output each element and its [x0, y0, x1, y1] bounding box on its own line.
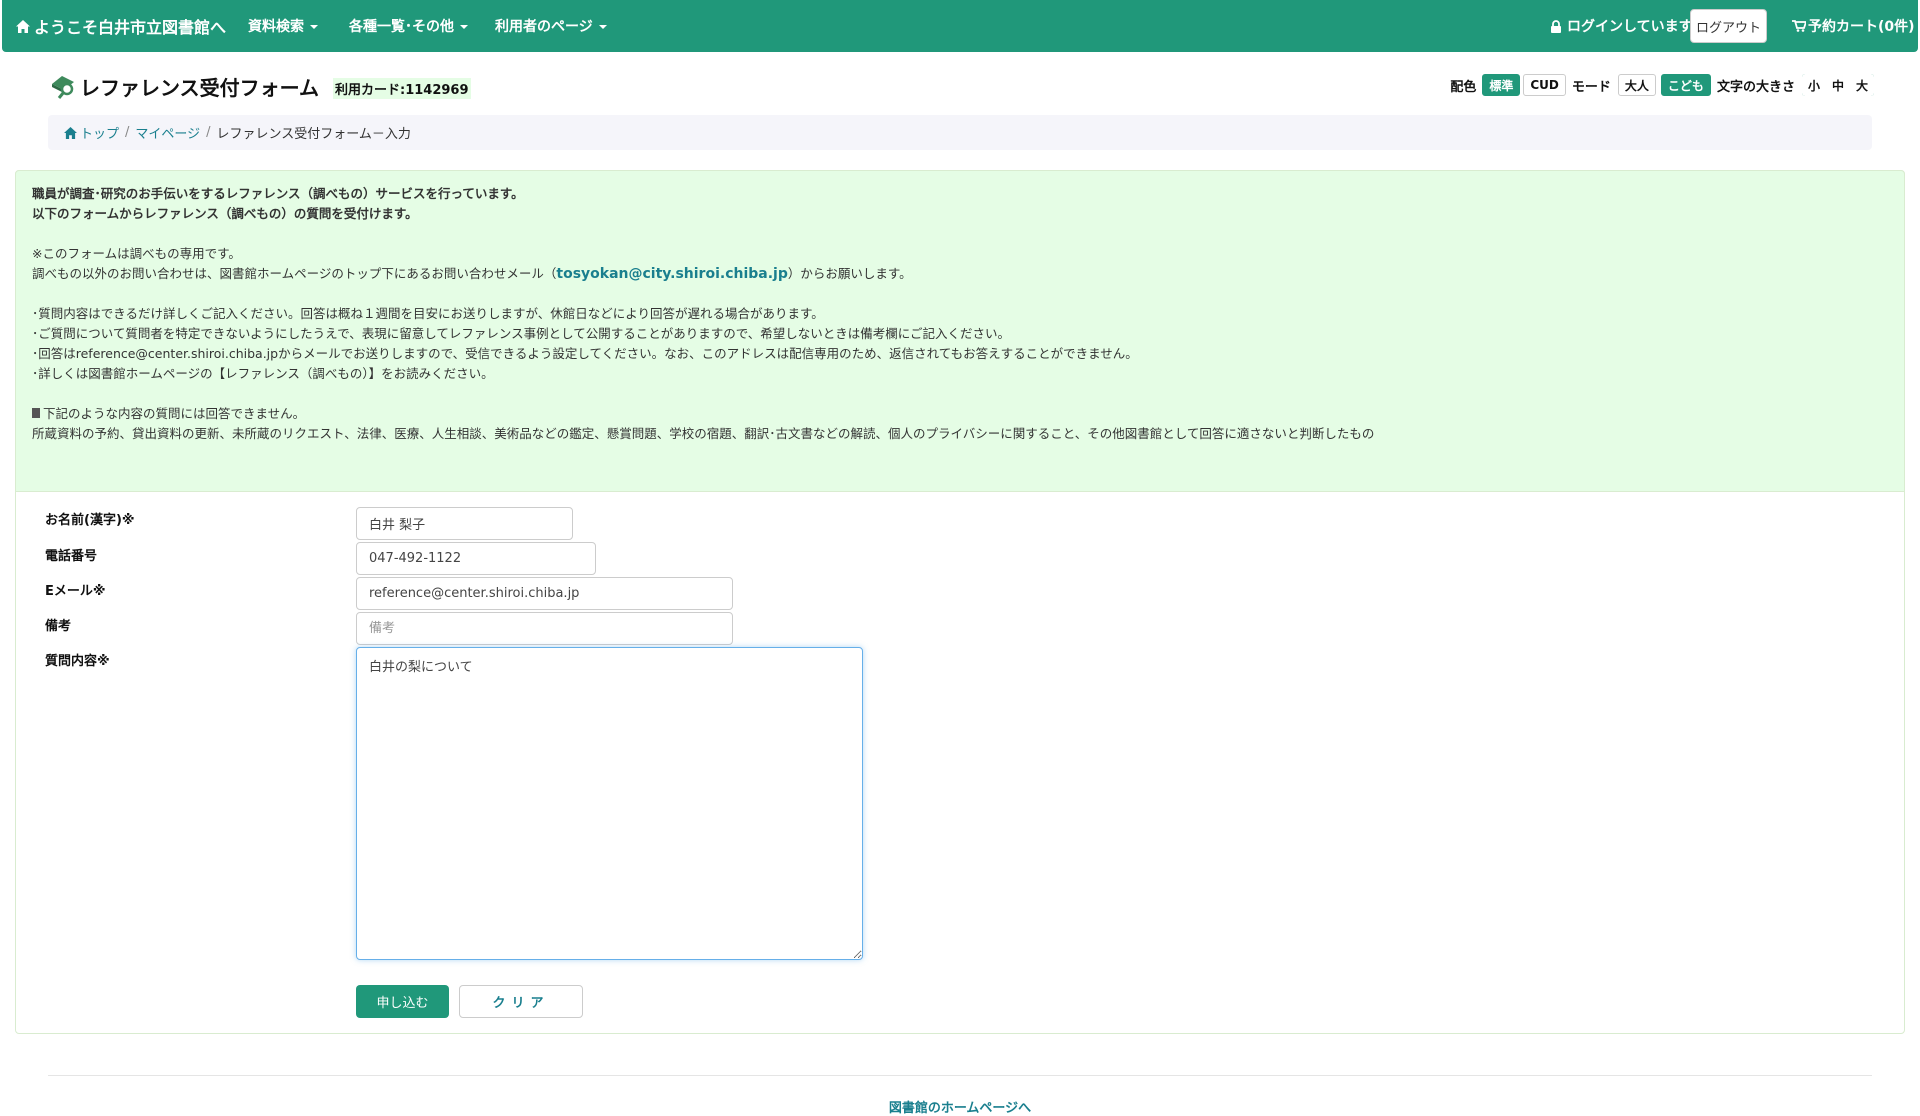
- reservation-cart-link[interactable]: 予約カート(0件): [1792, 0, 1915, 52]
- color-scheme-label: 配色: [1450, 79, 1477, 95]
- card-number: 利用カード:1142969: [333, 78, 471, 99]
- display-preferences: 配色 標準 CUD モード 大人 こども 文字の大きさ 小 中 大: [1450, 74, 1874, 96]
- note-input[interactable]: [356, 612, 733, 645]
- menu-user-page-label: 利用者のページ: [495, 19, 593, 35]
- font-size-large-button[interactable]: 大: [1849, 74, 1874, 96]
- menu-user-page[interactable]: 利用者のページ: [495, 0, 607, 52]
- not-answerable-heading-text: 下記のような内容の質問には回答できません。: [43, 406, 306, 421]
- breadcrumb-top-label: トップ: [80, 127, 120, 142]
- mode-adult-button[interactable]: 大人: [1617, 74, 1656, 96]
- note-label: 備考: [45, 619, 72, 634]
- phone-label: 電話番号: [45, 549, 98, 564]
- breadcrumb-separator: /: [125, 125, 130, 140]
- page-title-text: レファレンス受付フォーム: [80, 76, 319, 100]
- info-note-2-tail: ）からお願いします。: [787, 266, 912, 281]
- inquiry-email-link[interactable]: tosyokan@city.shiroi.chiba.jp: [556, 266, 787, 282]
- phone-input[interactable]: [356, 542, 596, 575]
- footer-divider: [48, 1075, 1872, 1076]
- menu-lists-label: 各種一覧･その他: [349, 19, 454, 35]
- mode-kids-button[interactable]: こども: [1660, 74, 1711, 96]
- home-icon: [16, 19, 30, 33]
- info-lead-2: 以下のフォームからレファレンス（調べもの）の質問を受付けます。: [32, 206, 418, 221]
- menu-search-label: 資料検索: [248, 19, 304, 35]
- menu-search[interactable]: 資料検索: [248, 0, 318, 52]
- info-bullet: ･回答はreference@center.shiroi.chiba.jpからメー…: [32, 346, 1138, 361]
- library-homepage-link[interactable]: 図書館のホームページへ: [0, 1097, 1920, 1116]
- info-note-2-text: 調べもの以外のお問い合わせは、図書館ホームページのトップ下にあるお問い合わせメー…: [32, 266, 557, 281]
- menu-lists[interactable]: 各種一覧･その他: [349, 0, 468, 52]
- cart-icon: [1792, 20, 1806, 32]
- login-status-text: ログインしています: [1567, 19, 1693, 35]
- info-note-2: 調べもの以外のお問い合わせは、図書館ホームページのトップ下にあるお問い合わせメー…: [32, 264, 1888, 284]
- navbar: ようこそ白井市立図書館へ 資料検索 各種一覧･その他 利用者のページ ログインし…: [2, 0, 1918, 52]
- home-icon: [64, 126, 77, 139]
- question-label: 質問内容※: [45, 654, 110, 669]
- caret-down-icon: [310, 25, 318, 29]
- info-note-1: ※このフォームは調べもの専用です。: [32, 246, 241, 261]
- info-panel: 職員が調査･研究のお手伝いをするレファレンス（調べもの）サービスを行っています。…: [15, 170, 1905, 492]
- login-status: ログインしています: [1550, 0, 1693, 52]
- info-bullet: ･詳しくは図書館ホームページの【レファレンス（調べもの）】をお読みください。: [32, 366, 494, 381]
- breadcrumb-separator: /: [206, 125, 211, 140]
- caret-down-icon: [460, 25, 468, 29]
- brand-text: ようこそ白井市立図書館へ: [34, 18, 227, 37]
- color-standard-button[interactable]: 標準: [1482, 74, 1521, 96]
- submit-button[interactable]: 申し込む: [356, 985, 449, 1018]
- cart-label: 予約カート(0件): [1808, 19, 1915, 35]
- caret-down-icon: [598, 25, 607, 29]
- breadcrumb-current: レファレンス受付フォーム－入力: [216, 127, 411, 142]
- breadcrumb-mypage[interactable]: マイページ: [135, 123, 200, 142]
- font-size-group: 小 中 大: [1801, 74, 1874, 96]
- name-label: お名前(漢字)※: [45, 513, 135, 528]
- breadcrumb: トップ / マイページ / レファレンス受付フォーム－入力: [48, 115, 1872, 150]
- font-size-label: 文字の大きさ: [1716, 79, 1795, 95]
- square-bullet-icon: [32, 408, 40, 418]
- question-textarea[interactable]: 白井の梨について: [356, 647, 863, 960]
- brand-link[interactable]: ようこそ白井市立図書館へ: [16, 0, 226, 52]
- clear-button[interactable]: クリア: [459, 985, 583, 1018]
- email-input[interactable]: [356, 577, 733, 610]
- lock-icon: [1551, 19, 1561, 33]
- email-label: Eメール※: [45, 584, 106, 599]
- breadcrumb-top[interactable]: トップ: [64, 123, 119, 142]
- not-answerable-heading: 下記のような内容の質問には回答できません。: [32, 404, 1888, 424]
- font-size-medium-button[interactable]: 中: [1825, 74, 1850, 96]
- logout-button[interactable]: ログアウト: [1690, 9, 1767, 43]
- mode-label: モード: [1571, 79, 1611, 95]
- font-size-small-button[interactable]: 小: [1801, 74, 1826, 96]
- page-title: レファレンス受付フォーム 利用カード:1142969: [50, 72, 471, 101]
- info-bullet: ･質問内容はできるだけ詳しくご記入ください。回答は概ね１週間を目安にお送りします…: [32, 306, 824, 321]
- info-lead-1: 職員が調査･研究のお手伝いをするレファレンス（調べもの）サービスを行っています。: [32, 186, 524, 201]
- info-bullet: ･ご質問について質問者を特定できないようにしたうえで、表現に留意してレファレンス…: [32, 326, 1011, 341]
- book-search-icon: [52, 75, 74, 99]
- name-input[interactable]: [356, 507, 573, 540]
- color-cud-button[interactable]: CUD: [1523, 74, 1566, 96]
- not-answerable-list: 所蔵資料の予約、貸出資料の更新、未所蔵のリクエスト、法律、医療、人生相談、美術品…: [32, 426, 1375, 441]
